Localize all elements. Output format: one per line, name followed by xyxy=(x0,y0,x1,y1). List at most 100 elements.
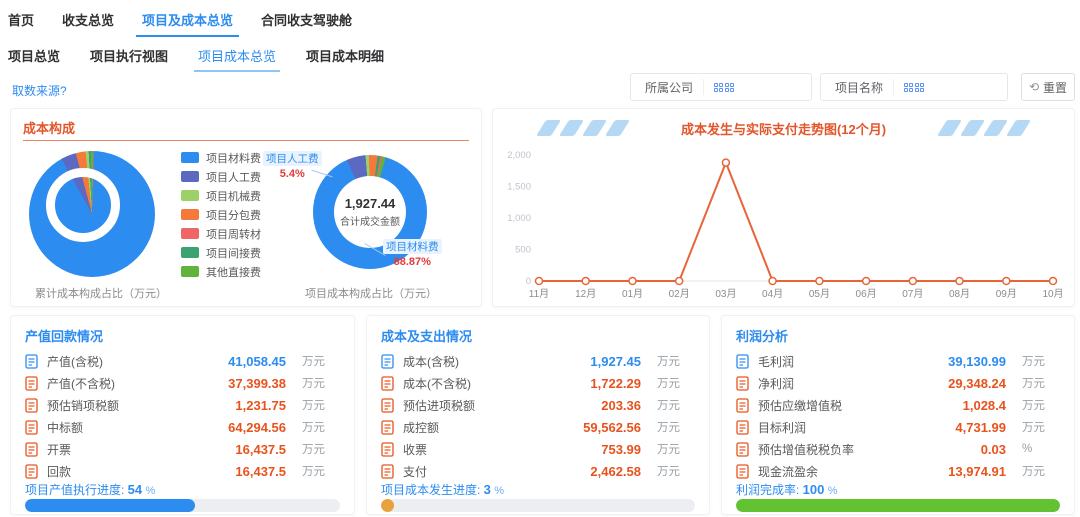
cumulative-cost-pie-chart[interactable] xyxy=(29,151,155,277)
kpi-value: 29,348.24 xyxy=(948,375,1006,391)
legend-item[interactable]: 项目间接费 xyxy=(181,244,261,261)
kpi-unit: 万元 xyxy=(302,444,325,456)
right-donut-caption: 项目成本构成占比（万元） xyxy=(305,288,437,300)
legend-label: 项目分包费 xyxy=(206,209,261,222)
document-icon xyxy=(736,419,749,435)
kpi-value: 1,028.4 xyxy=(962,397,1006,413)
nav-tab-item[interactable]: 收支总览 xyxy=(62,10,114,37)
title-underline xyxy=(23,140,469,141)
panel-title: 产值回款情况 xyxy=(25,329,104,344)
project-filter-label: 项目名称 xyxy=(835,80,884,95)
labor-cost-callout: 项目人工费 5.4% xyxy=(263,149,322,180)
progress-bar xyxy=(381,499,695,512)
kpi-row: 毛利润 39,130.99 万元 xyxy=(736,350,1062,372)
kpi-panel: 产值回款情况 产值(含税) 41,058.45 万元 产值(不含税) 37,399.38 万… xyxy=(10,315,355,515)
kpi-value: 13,974.91 xyxy=(948,463,1006,479)
nav-tab-active[interactable]: 项目及成本总览 xyxy=(136,10,240,37)
cost-legend: 项目材料费项目人工费项目机械费项目分包费项目周转材项目间接费其他直接费 xyxy=(181,149,261,282)
panel-title: 成本及支出情况 xyxy=(381,329,473,344)
kpi-label: 回款 xyxy=(47,464,72,479)
kpi-unit: 万元 xyxy=(1022,422,1045,434)
subnav-tab-item[interactable]: 项目执行视图 xyxy=(90,46,168,72)
kpi-value: 41,058.45 xyxy=(228,353,286,369)
kpi-unit: 万元 xyxy=(1022,378,1045,390)
legend-label: 项目机械费 xyxy=(206,190,261,203)
cost-payment-trend-card: 成本发生与实际支付走势图(12个月) 0 500 1,000 1,500 2,000 11… xyxy=(492,108,1075,307)
legend-label: 项目材料费 xyxy=(206,152,261,165)
svg-text:1,500: 1,500 xyxy=(507,182,531,193)
legend-swatch xyxy=(181,152,199,163)
kpi-value: 203.36 xyxy=(601,397,641,413)
progress-bar xyxy=(25,499,340,512)
document-icon xyxy=(25,463,38,479)
data-source-link[interactable]: 取数来源? xyxy=(12,82,67,99)
nav-tab-item[interactable]: 首页 xyxy=(8,10,34,37)
company-filter-label: 所属公司 xyxy=(645,80,694,95)
kpi-row: 成本(含税) 1,927.45 万元 xyxy=(381,350,697,372)
kpi-value: 0.03 xyxy=(980,441,1006,457)
legend-item[interactable]: 项目材料费 xyxy=(181,149,261,166)
legend-item[interactable]: 项目周转材 xyxy=(181,225,261,242)
svg-text:500: 500 xyxy=(515,245,531,256)
subnav-tab-item[interactable]: 项目总览 xyxy=(8,46,60,72)
document-icon xyxy=(736,353,749,369)
kpi-unit: 万元 xyxy=(302,378,325,390)
kpi-unit: 万元 xyxy=(1022,356,1045,368)
legend-item[interactable]: 项目人工费 xyxy=(181,168,261,185)
kpi-unit: % xyxy=(1022,443,1033,455)
decorative-slashes-left xyxy=(536,120,630,136)
panel-rows: 产值(含税) 41,058.45 万元 产值(不含税) 37,399.38 万元 预估销项税… xyxy=(25,350,342,482)
svg-text:08月: 08月 xyxy=(949,288,970,300)
kpi-row: 中标额 64,294.56 万元 xyxy=(25,416,342,438)
kpi-panel: 利润分析 毛利润 39,130.99 万元 净利润 29,348.24 万元 预估应缴增值税 1… xyxy=(721,315,1075,515)
kpi-label: 净利润 xyxy=(758,376,795,391)
kpi-label: 支付 xyxy=(403,464,428,479)
subnav-tab-active[interactable]: 项目成本总览 xyxy=(194,46,281,72)
legend-item[interactable]: 项目机械费 xyxy=(181,187,261,204)
progress-value: 100 xyxy=(802,482,825,497)
kpi-row: 回款 16,437.5 万元 xyxy=(25,460,342,482)
kpi-label: 预估增值税税负率 xyxy=(758,442,855,457)
secondary-nav: 项目总览 项目执行视图 项目成本总览 项目成本明细 xyxy=(8,46,384,72)
svg-text:1,000: 1,000 xyxy=(507,213,531,224)
document-icon xyxy=(381,397,394,413)
legend-item[interactable]: 其他直接费 xyxy=(181,263,261,280)
kpi-label: 现金流盈余 xyxy=(758,464,819,479)
kpi-unit: 万元 xyxy=(657,466,680,478)
callout-value: 88.87% xyxy=(393,256,431,268)
reset-button[interactable]: ⟲ 重置 xyxy=(1021,73,1075,101)
divider xyxy=(893,79,895,95)
primary-nav: 首页 收支总览 项目及成本总览 合同收支驾驶舱 xyxy=(8,10,352,37)
progress-value: 3 xyxy=(483,482,491,497)
legend-item[interactable]: 项目分包费 xyxy=(181,206,261,223)
subnav-tab-item[interactable]: 项目成本明细 xyxy=(306,46,384,72)
kpi-label: 成本(不含税) xyxy=(403,376,471,391)
kpi-row: 预估应缴增值税 1,028.4 万元 xyxy=(736,394,1062,416)
kpi-value: 1,722.29 xyxy=(590,375,641,391)
kpi-row: 产值(不含税) 37,399.38 万元 xyxy=(25,372,342,394)
kpi-row: 预估进项税额 203.36 万元 xyxy=(381,394,697,416)
kpi-unit: 万元 xyxy=(1022,466,1045,478)
legend-label: 其他直接费 xyxy=(206,266,261,279)
decorative-slashes-right xyxy=(937,120,1031,136)
progress-bar xyxy=(736,499,1060,512)
dashboard-root: 首页 收支总览 项目及成本总览 合同收支驾驶舱 项目总览 项目执行视图 项目成本总览 项目成… xyxy=(0,0,1080,517)
trend-line-chart[interactable]: 0 500 1,000 1,500 2,000 11月 12月 01月 02月 03月 04月 05月… xyxy=(501,141,1068,305)
material-cost-callout: 项目材料费 88.87% xyxy=(383,237,442,268)
document-icon xyxy=(736,441,749,457)
multi-select-grid-icon xyxy=(904,82,925,92)
document-icon xyxy=(25,397,38,413)
nav-tab-item[interactable]: 合同收支驾驶舱 xyxy=(261,10,352,37)
kpi-row: 开票 16,437.5 万元 xyxy=(25,438,342,460)
company-filter[interactable]: 所属公司 xyxy=(630,73,812,101)
document-icon xyxy=(736,375,749,391)
pie-inner-ring xyxy=(46,168,120,242)
svg-text:05月: 05月 xyxy=(809,288,830,300)
project-name-filter[interactable]: 项目名称 xyxy=(820,73,1008,101)
svg-text:02月: 02月 xyxy=(669,288,690,300)
legend-swatch xyxy=(181,171,199,182)
kpi-value: 1,231.75 xyxy=(235,397,286,413)
callout-label: 项目人工费 xyxy=(263,151,322,166)
progress-fill xyxy=(25,499,196,512)
document-icon xyxy=(25,353,38,369)
